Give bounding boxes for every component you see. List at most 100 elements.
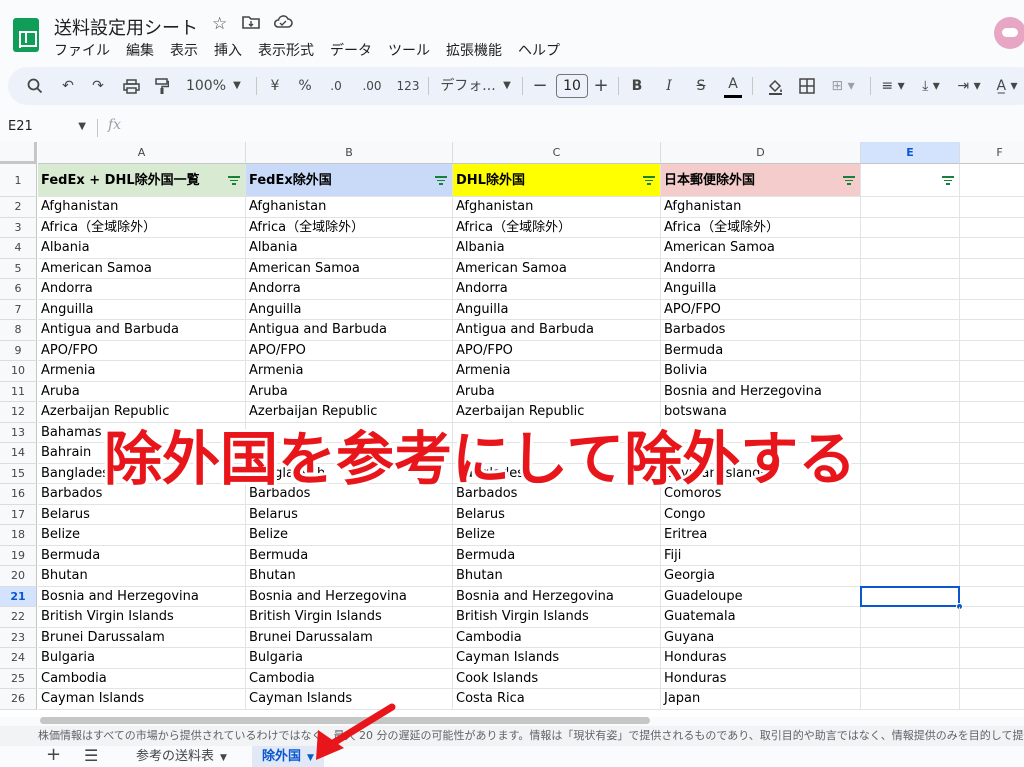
search-menus-icon[interactable] — [24, 67, 46, 105]
table-cell[interactable] — [861, 545, 960, 566]
row-header[interactable]: 20 — [0, 566, 37, 587]
table-cell[interactable]: Georgia — [661, 566, 861, 587]
redo-icon[interactable]: ↷ — [88, 67, 108, 105]
row-header[interactable]: 16 — [0, 484, 37, 505]
table-cell[interactable]: Antigua and Barbuda — [453, 320, 661, 341]
decrease-decimal-button[interactable]: .0 — [324, 67, 348, 105]
table-cell[interactable]: Bulgaria — [38, 648, 246, 669]
table-cell[interactable] — [861, 238, 960, 259]
table-cell[interactable] — [960, 218, 1024, 238]
row-header[interactable]: 9 — [0, 340, 37, 361]
horizontal-align-icon[interactable]: ≡ ▾ — [878, 67, 908, 105]
table-cell[interactable] — [960, 566, 1024, 587]
menu-extensions[interactable]: 拡張機能 — [446, 40, 502, 60]
table-cell[interactable]: British Virgin Islands — [246, 607, 453, 628]
header-cell[interactable]: FedEx除外国 — [246, 164, 453, 197]
menu-file[interactable]: ファイル — [54, 40, 110, 60]
undo-icon[interactable]: ↶ — [58, 67, 78, 105]
print-icon[interactable] — [120, 67, 142, 105]
menu-tools[interactable]: ツール — [388, 40, 430, 60]
table-cell[interactable]: Antigua and Barbuda — [38, 320, 246, 341]
row-header[interactable]: 22 — [0, 607, 37, 628]
row-header[interactable]: 12 — [0, 402, 37, 423]
cloud-status-icon[interactable] — [273, 14, 293, 35]
row-header[interactable]: 18 — [0, 525, 37, 546]
font-dropdown-icon[interactable]: ▼ — [500, 67, 514, 105]
increase-font-size-icon[interactable]: + — [593, 67, 609, 105]
table-cell[interactable] — [861, 689, 960, 710]
table-cell[interactable]: Afghanistan — [453, 197, 661, 218]
table-cell[interactable]: Andorra — [246, 279, 453, 300]
table-cell[interactable]: Cambodia — [453, 627, 661, 648]
table-cell[interactable] — [960, 279, 1024, 300]
table-cell[interactable] — [960, 525, 1024, 546]
table-cell[interactable]: Cayman Islands — [246, 689, 453, 710]
table-cell[interactable]: Anguilla — [453, 299, 661, 320]
table-cell[interactable] — [960, 628, 1024, 648]
row-header[interactable]: 11 — [0, 381, 37, 402]
menu-data[interactable]: データ — [330, 40, 372, 60]
header-cell[interactable]: 日本郵便除外国 — [661, 164, 861, 197]
row-header[interactable]: 25 — [0, 668, 37, 689]
all-sheets-icon[interactable]: ☰ — [84, 746, 98, 765]
header-cell[interactable] — [861, 164, 960, 197]
sheets-logo-icon[interactable] — [13, 18, 39, 52]
table-cell[interactable]: APO/FPO — [246, 340, 453, 361]
table-cell[interactable] — [861, 607, 960, 628]
table-cell[interactable]: Belarus — [453, 504, 661, 525]
table-cell[interactable]: Africa（全域除外） — [38, 217, 246, 238]
percent-format-button[interactable]: % — [296, 67, 314, 105]
table-cell[interactable] — [960, 341, 1024, 361]
fill-color-icon[interactable] — [764, 67, 786, 105]
chevron-down-icon[interactable]: ▼ — [220, 753, 227, 763]
table-cell[interactable]: Guadeloupe — [661, 586, 861, 607]
header-cell[interactable] — [960, 164, 1024, 197]
font-size-input[interactable]: 10 — [556, 74, 588, 98]
table-cell[interactable]: Bosnia and Herzegovina — [661, 381, 861, 402]
table-cell[interactable]: Guatemala — [661, 607, 861, 628]
filter-icon[interactable] — [642, 175, 656, 185]
table-cell[interactable]: Cayman Islands — [38, 689, 246, 710]
row-header[interactable]: 2 — [0, 197, 37, 218]
table-cell[interactable]: Albania — [246, 238, 453, 259]
table-cell[interactable]: Bosnia and Herzegovina — [38, 586, 246, 607]
table-cell[interactable] — [861, 381, 960, 402]
table-cell[interactable] — [960, 648, 1024, 669]
table-cell[interactable] — [960, 320, 1024, 341]
row-header[interactable]: 15 — [0, 463, 37, 484]
table-cell[interactable] — [960, 382, 1024, 402]
table-cell[interactable]: Congo — [661, 504, 861, 525]
table-cell[interactable]: Bhutan — [246, 566, 453, 587]
paint-format-icon[interactable] — [152, 67, 172, 105]
table-cell[interactable]: Bhutan — [38, 566, 246, 587]
font-family-select[interactable]: デフォ... — [436, 67, 500, 105]
column-header-e[interactable]: E — [861, 142, 960, 164]
filter-icon[interactable] — [434, 175, 448, 185]
table-cell[interactable]: Albania — [453, 238, 661, 259]
table-cell[interactable] — [960, 607, 1024, 628]
table-cell[interactable]: American Samoa — [661, 238, 861, 259]
table-cell[interactable] — [960, 587, 1024, 607]
row-header[interactable]: 4 — [0, 238, 37, 259]
menu-view[interactable]: 表示 — [170, 40, 198, 60]
text-color-button[interactable]: A — [724, 67, 742, 105]
table-cell[interactable]: Andorra — [38, 279, 246, 300]
table-cell[interactable]: Fiji — [661, 545, 861, 566]
table-cell[interactable]: Barbados — [661, 320, 861, 341]
table-cell[interactable]: Bermuda — [453, 545, 661, 566]
table-cell[interactable] — [960, 259, 1024, 279]
table-cell[interactable]: Andorra — [661, 258, 861, 279]
table-cell[interactable]: Afghanistan — [661, 197, 861, 218]
table-cell[interactable] — [861, 463, 960, 484]
bold-button[interactable]: B — [628, 67, 646, 105]
zoom-select[interactable]: 100% — [184, 67, 228, 105]
table-cell[interactable] — [960, 238, 1024, 259]
table-cell[interactable]: Bhutan — [453, 566, 661, 587]
table-cell[interactable] — [861, 197, 960, 218]
row-header[interactable]: 10 — [0, 361, 37, 382]
borders-icon[interactable] — [796, 67, 818, 105]
table-cell[interactable]: Anguilla — [246, 299, 453, 320]
table-cell[interactable]: Brunei Darussalam — [38, 627, 246, 648]
table-cell[interactable] — [861, 279, 960, 300]
row-header[interactable]: 8 — [0, 320, 37, 341]
